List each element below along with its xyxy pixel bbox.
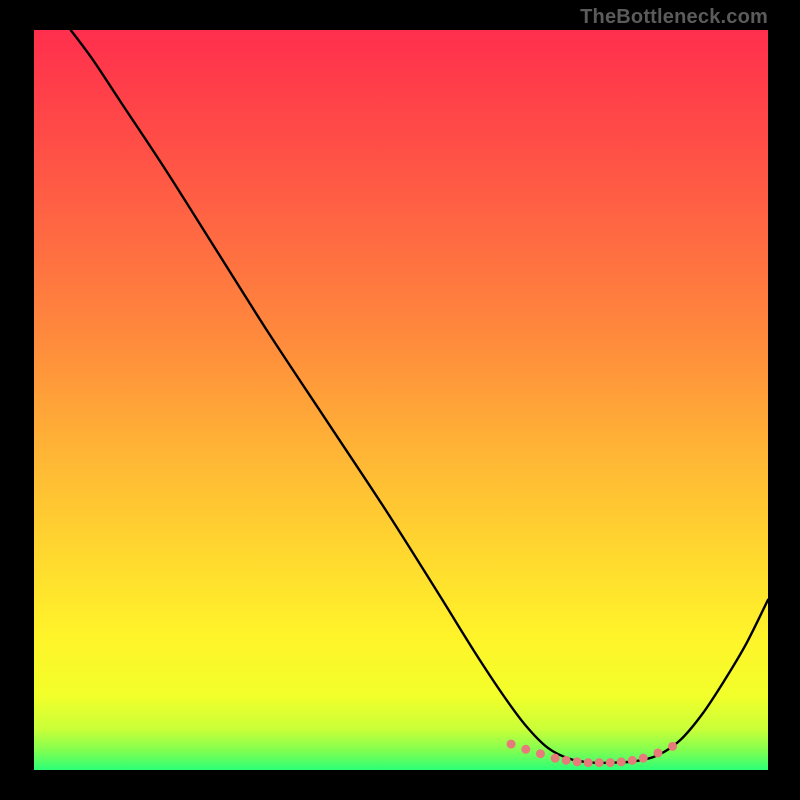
trough-dot [606, 758, 615, 767]
chart-container: TheBottleneck.com [0, 0, 800, 800]
trough-dot [507, 740, 516, 749]
trough-dot [617, 757, 626, 766]
trough-dot [639, 754, 648, 763]
bottleneck-curve [71, 30, 768, 763]
curve-layer [34, 30, 768, 770]
trough-markers [507, 740, 677, 768]
trough-dot [595, 758, 604, 767]
watermark-text: TheBottleneck.com [580, 6, 768, 29]
trough-dot [536, 749, 545, 758]
trough-dot [573, 757, 582, 766]
trough-dot [521, 745, 530, 754]
trough-dot [653, 748, 662, 757]
trough-dot [628, 756, 637, 765]
trough-dot [668, 742, 677, 751]
trough-dot [551, 754, 560, 763]
trough-dot [584, 758, 593, 767]
trough-dot [562, 756, 571, 765]
plot-area [34, 30, 768, 770]
